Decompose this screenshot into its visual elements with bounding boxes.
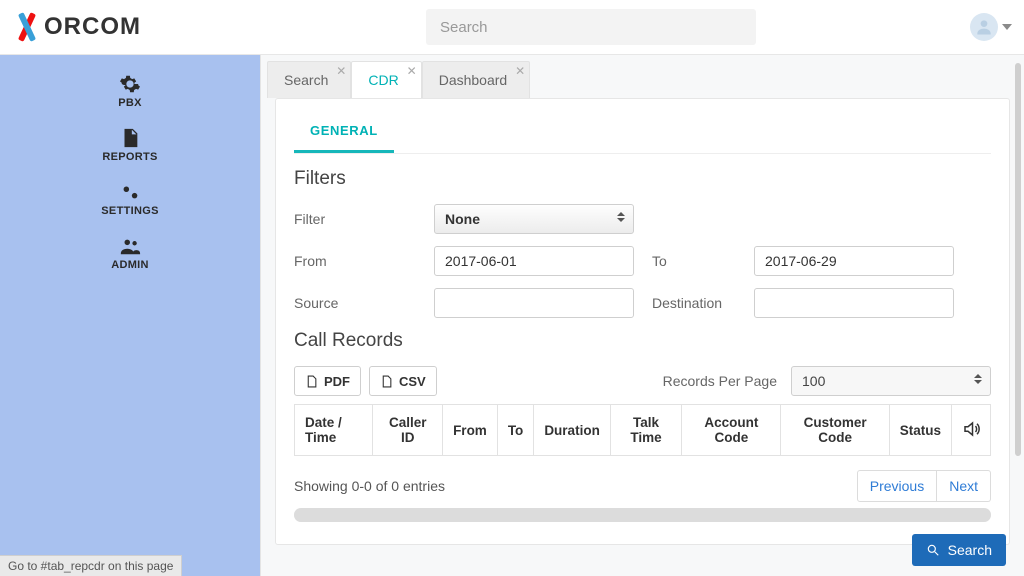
tab-label: Dashboard — [439, 72, 508, 88]
page-tabs: Search ✕ CDR ✕ Dashboard ✕ — [261, 55, 1024, 98]
file-icon — [305, 375, 318, 388]
card-subtabs: GENERAL — [294, 113, 991, 154]
horizontal-scrollbar[interactable] — [294, 508, 991, 522]
avatar-icon — [970, 13, 998, 41]
gear-icon — [0, 73, 260, 95]
rpp-label: Records Per Page — [663, 373, 777, 389]
filters-heading: Filters — [294, 168, 991, 190]
sidebar-item-admin[interactable]: ADMIN — [0, 227, 260, 281]
search-icon — [926, 543, 940, 557]
showing-text: Showing 0-0 of 0 entries — [294, 478, 445, 494]
sidebar-item-pbx[interactable]: PBX — [0, 65, 260, 119]
sidebar-item-label: ADMIN — [0, 259, 260, 271]
button-label: PDF — [324, 374, 350, 389]
records-table: Date / Time Caller ID From To Duration T… — [294, 404, 991, 456]
sidebar-item-label: REPORTS — [0, 151, 260, 163]
col-to[interactable]: To — [497, 405, 534, 456]
col-customercode[interactable]: Customer Code — [781, 405, 889, 456]
prev-button[interactable]: Previous — [857, 470, 937, 502]
sidebar: PBX REPORTS SETTINGS ADMIN — [0, 55, 260, 576]
col-from[interactable]: From — [443, 405, 498, 456]
chevron-down-icon — [1002, 24, 1012, 30]
col-datetime[interactable]: Date / Time — [295, 405, 373, 456]
rpp-value: 100 — [802, 373, 825, 389]
sidebar-item-reports[interactable]: REPORTS — [0, 119, 260, 173]
next-button[interactable]: Next — [937, 470, 991, 502]
col-callerid[interactable]: Caller ID — [373, 405, 443, 456]
filter-label: Filter — [294, 211, 434, 227]
tab-label: Search — [284, 72, 328, 88]
gears-icon — [0, 181, 260, 203]
main-area: Search ✕ CDR ✕ Dashboard ✕ GENERAL Filte… — [260, 55, 1024, 576]
brand-mark-icon — [12, 14, 42, 40]
sidebar-item-label: PBX — [0, 97, 260, 109]
status-bar: Go to #tab_repcdr on this page — [0, 555, 182, 576]
col-audio[interactable] — [951, 405, 990, 456]
brand-logo: ORCOM — [12, 13, 141, 41]
button-label: CSV — [399, 374, 426, 389]
button-label: Search — [948, 542, 992, 558]
source-input[interactable] — [434, 288, 634, 318]
tab-label: CDR — [368, 72, 398, 88]
col-duration[interactable]: Duration — [534, 405, 611, 456]
filter-select[interactable]: None — [434, 204, 634, 234]
pager: Previous Next — [857, 470, 991, 502]
user-menu[interactable] — [970, 13, 1012, 41]
col-status[interactable]: Status — [889, 405, 951, 456]
rpp-select[interactable]: 100 — [791, 366, 991, 396]
search-button[interactable]: Search — [912, 534, 1006, 566]
close-icon[interactable]: ✕ — [336, 64, 346, 78]
export-csv-button[interactable]: CSV — [369, 366, 437, 396]
speaker-icon — [962, 420, 980, 438]
close-icon[interactable]: ✕ — [407, 64, 417, 78]
global-search — [426, 9, 756, 45]
to-label: To — [634, 253, 754, 269]
content-card: GENERAL Filters Filter None From To Sour… — [275, 98, 1010, 545]
from-date-input[interactable] — [434, 246, 634, 276]
topbar: ORCOM — [0, 0, 1024, 55]
tab-dashboard[interactable]: Dashboard ✕ — [422, 61, 531, 98]
close-icon[interactable]: ✕ — [515, 64, 525, 78]
select-handle-icon — [617, 212, 627, 222]
users-icon — [0, 235, 260, 257]
subtab-general[interactable]: GENERAL — [294, 113, 394, 153]
to-date-input[interactable] — [754, 246, 954, 276]
export-pdf-button[interactable]: PDF — [294, 366, 361, 396]
sidebar-item-settings[interactable]: SETTINGS — [0, 173, 260, 227]
file-icon — [380, 375, 393, 388]
table-header-row: Date / Time Caller ID From To Duration T… — [295, 405, 991, 456]
search-input[interactable] — [426, 9, 756, 45]
sidebar-item-label: SETTINGS — [0, 205, 260, 217]
records-heading: Call Records — [294, 330, 991, 352]
tab-search[interactable]: Search ✕ — [267, 61, 351, 98]
col-accountcode[interactable]: Account Code — [682, 405, 781, 456]
col-talktime[interactable]: Talk Time — [610, 405, 681, 456]
destination-input[interactable] — [754, 288, 954, 318]
from-label: From — [294, 253, 434, 269]
brand-name: ORCOM — [44, 13, 141, 41]
document-icon — [0, 127, 260, 149]
tab-cdr[interactable]: CDR ✕ — [351, 61, 421, 98]
source-label: Source — [294, 295, 434, 311]
vertical-scrollbar[interactable] — [1015, 63, 1021, 456]
filter-value: None — [445, 211, 480, 227]
destination-label: Destination — [634, 295, 754, 311]
select-handle-icon — [974, 374, 984, 384]
